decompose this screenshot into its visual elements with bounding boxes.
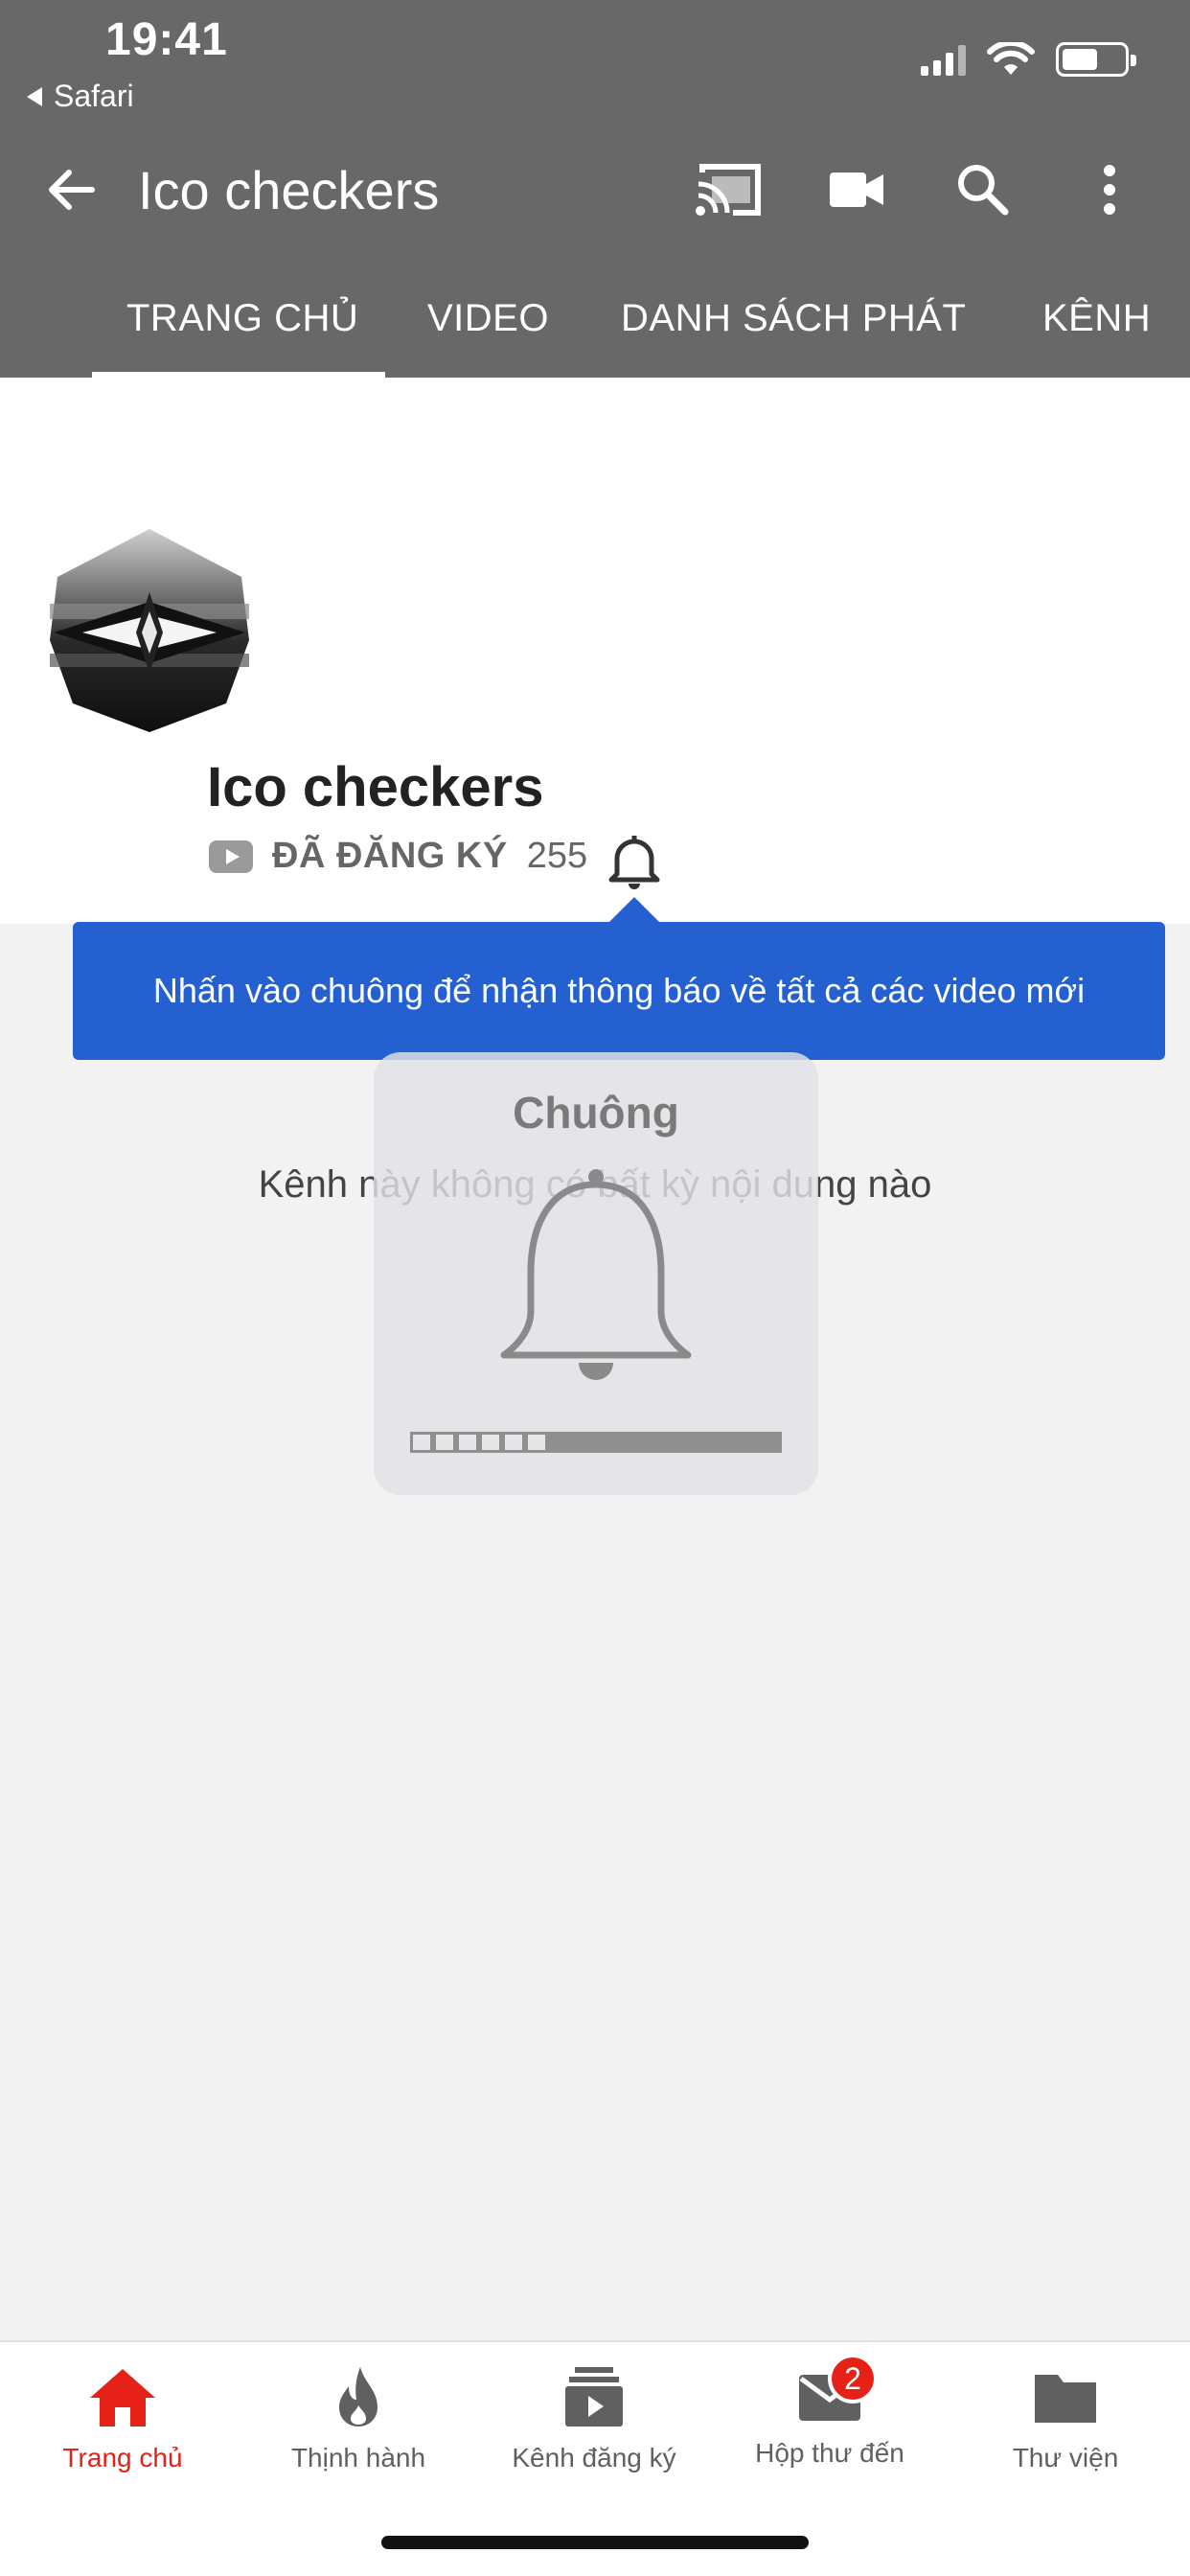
- upload-video-button[interactable]: [820, 153, 893, 226]
- hud-level-segment: [479, 1432, 502, 1453]
- nav-inbox-label: Hộp thư đến: [755, 2438, 904, 2468]
- channel-tabs: TRANG CHỦ VIDEO DANH SÁCH PHÁT KÊNH: [0, 278, 1190, 378]
- home-icon: [90, 2369, 155, 2426]
- nav-library-label: Thư viện: [1012, 2443, 1119, 2472]
- hud-level-segment: [410, 1432, 433, 1453]
- tab-videos[interactable]: VIDEO: [427, 297, 549, 340]
- hud-level-segment: [502, 1432, 525, 1453]
- flame-icon: [339, 2367, 378, 2426]
- bell-tooltip[interactable]: Nhấn vào chuông để nhận thông báo về tất…: [73, 922, 1165, 1060]
- more-vert-icon: [1104, 165, 1115, 215]
- status-time: 19:41: [105, 14, 228, 65]
- search-icon: [958, 165, 1009, 216]
- tooltip-arrow: [607, 897, 661, 924]
- nav-subscriptions-label: Kênh đăng ký: [512, 2443, 676, 2472]
- nav-home[interactable]: Trang chủ: [8, 2363, 238, 2473]
- back-app-label: Safari: [54, 79, 134, 113]
- subscribed-label[interactable]: ĐÃ ĐĂNG KÝ: [272, 836, 508, 877]
- nav-trending[interactable]: Thịnh hành: [243, 2363, 473, 2473]
- tab-channels[interactable]: KÊNH: [1042, 297, 1151, 340]
- back-arrow-icon[interactable]: [42, 161, 100, 218]
- tab-playlists[interactable]: DANH SÁCH PHÁT: [621, 297, 966, 340]
- channel-avatar[interactable]: [44, 525, 255, 736]
- nav-subscriptions[interactable]: Kênh đăng ký: [479, 2363, 709, 2473]
- channel-name: Ico checkers: [207, 756, 544, 818]
- nav-home-label: Trang chủ: [62, 2443, 183, 2472]
- more-options-button[interactable]: [1073, 153, 1146, 226]
- hud-title: Chuông: [513, 1088, 679, 1138]
- cellular-signal-icon: [921, 43, 966, 76]
- wifi-icon: [987, 42, 1035, 75]
- home-indicator[interactable]: [381, 2536, 809, 2549]
- youtube-play-icon: [209, 840, 253, 873]
- hud-level-segment: [525, 1432, 548, 1453]
- cast-icon: [696, 164, 761, 216]
- cast-button[interactable]: [692, 153, 765, 226]
- top-app-bar: 19:41 Safari Ico checkers TRANG CHỦ VIDE…: [0, 0, 1190, 378]
- hud-level-segment: [433, 1432, 456, 1453]
- back-triangle-icon: [27, 86, 42, 106]
- nav-library[interactable]: Thư viện: [950, 2363, 1180, 2473]
- subscriptions-icon: [565, 2367, 623, 2426]
- nav-trending-label: Thịnh hành: [290, 2443, 426, 2472]
- tab-home[interactable]: TRANG CHỦ: [126, 297, 358, 340]
- ringer-hud: Chuông: [374, 1052, 818, 1495]
- nav-inbox[interactable]: 2 Hộp thư đến: [715, 2354, 945, 2469]
- ringer-bell-icon: [500, 1169, 692, 1380]
- search-button[interactable]: [947, 153, 1019, 226]
- folder-icon: [1035, 2375, 1096, 2423]
- inbox-icon-wrap: 2: [791, 2354, 878, 2430]
- app-bar-title: Ico checkers: [138, 160, 440, 220]
- status-icons: [921, 42, 1136, 77]
- notification-bell-icon[interactable]: [604, 830, 665, 891]
- ringer-volume-level: [410, 1432, 782, 1453]
- inbox-badge: 2: [828, 2354, 878, 2404]
- battery-icon: [1056, 42, 1136, 77]
- video-camera-icon: [830, 172, 883, 207]
- subscriber-count: 255: [526, 836, 588, 876]
- hud-level-segment: [456, 1432, 479, 1453]
- back-to-app-link[interactable]: Safari: [27, 79, 134, 114]
- subscription-row: ĐÃ ĐĂNG KÝ 255: [209, 836, 587, 877]
